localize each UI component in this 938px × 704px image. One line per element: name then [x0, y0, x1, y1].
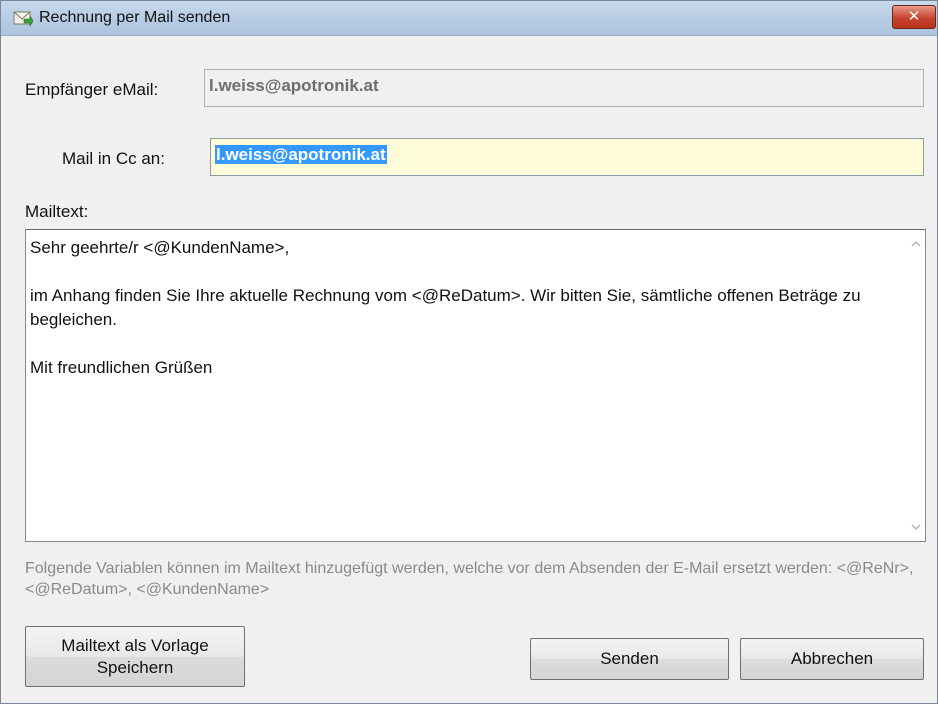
cc-email-value: l.weiss@apotronik.at [215, 145, 387, 164]
dialog-window: Rechnung per Mail senden ✕ Empfänger eMa… [0, 0, 938, 704]
title-bar[interactable]: Rechnung per Mail senden ✕ [1, 1, 937, 36]
send-button[interactable]: Senden [530, 638, 729, 680]
close-icon: ✕ [907, 8, 921, 25]
mailtext-content: Sehr geehrte/r <@KundenName>, im Anhang … [30, 236, 890, 380]
recipient-email-value: l.weiss@apotronik.at [209, 76, 379, 95]
close-button[interactable]: ✕ [892, 5, 936, 29]
mailtext-textarea[interactable]: Sehr geehrte/r <@KundenName>, im Anhang … [25, 229, 926, 542]
save-template-label-line2: Speichern [96, 658, 174, 677]
save-template-label-line1: Mailtext als Vorlage [61, 636, 209, 655]
cancel-button[interactable]: Abbrechen [740, 638, 924, 680]
send-button-label: Senden [600, 649, 659, 668]
recipient-email-label: Empfänger eMail: [25, 80, 159, 99]
cancel-button-label: Abbrechen [790, 649, 874, 668]
variables-hint: Folgende Variablen können im Mailtext hi… [25, 560, 914, 598]
save-template-button[interactable]: Mailtext als Vorlage Speichern [25, 626, 245, 687]
mail-send-icon [13, 11, 33, 27]
window-title: Rechnung per Mail senden [39, 9, 231, 26]
mailtext-line: Mit freundlichen Grüßen [30, 358, 213, 377]
chevron-up-icon[interactable] [910, 238, 922, 250]
recipient-email-field[interactable]: l.weiss@apotronik.at [204, 69, 924, 107]
cc-email-field[interactable]: l.weiss@apotronik.at [210, 138, 924, 176]
mailtext-line: im Anhang finden Sie Ihre aktuelle Rechn… [30, 286, 861, 329]
vertical-scrollbar[interactable] [907, 230, 925, 541]
mailtext-label: Mailtext: [25, 202, 89, 221]
chevron-down-icon[interactable] [910, 521, 922, 533]
cc-email-label: Mail in Cc an: [62, 149, 165, 168]
mailtext-line: Sehr geehrte/r <@KundenName>, [30, 238, 290, 257]
